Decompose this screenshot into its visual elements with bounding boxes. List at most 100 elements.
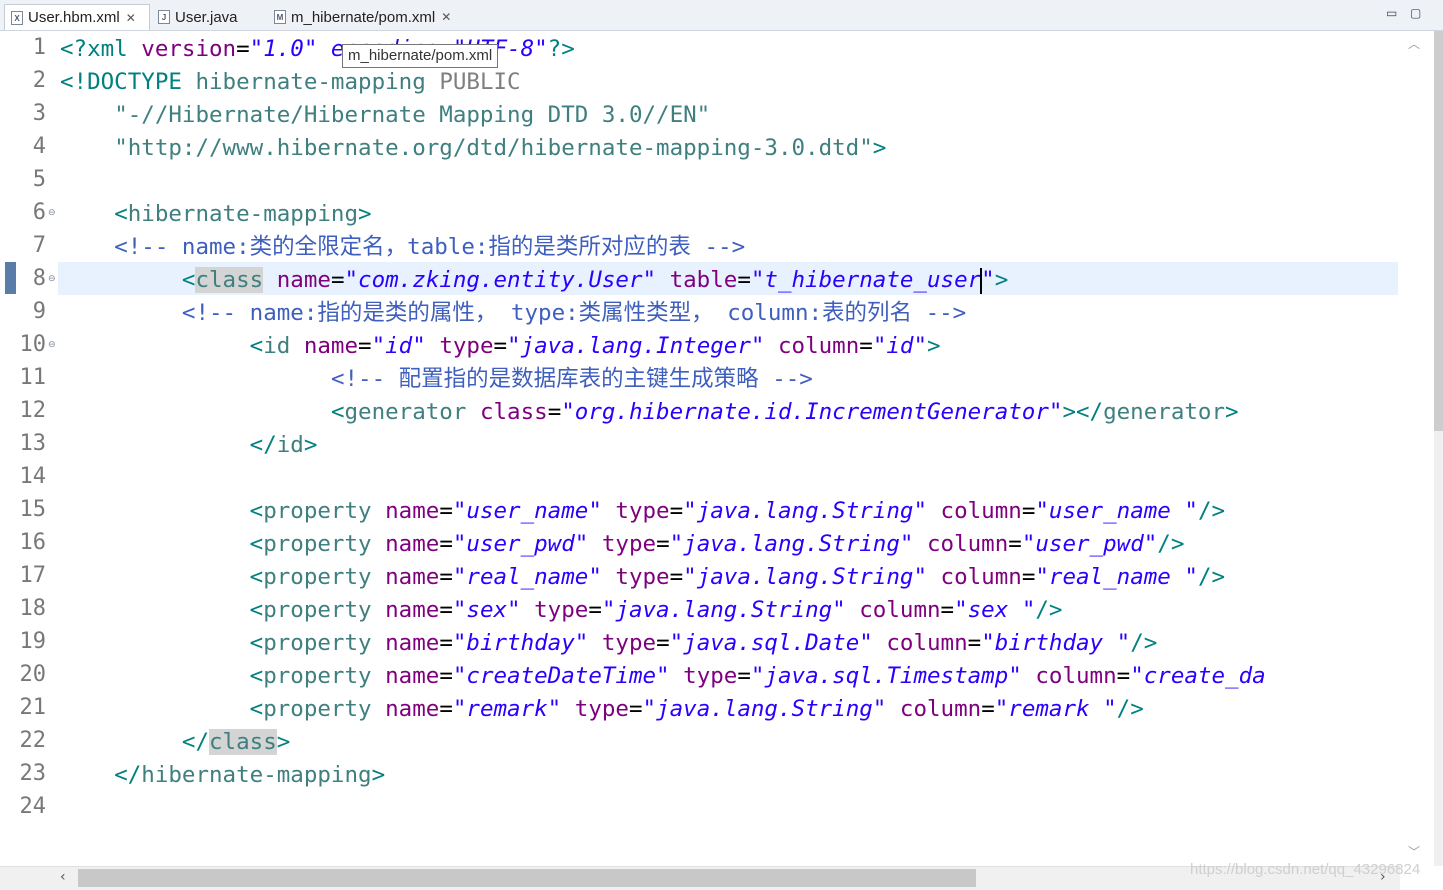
xml-file-icon: X — [11, 10, 23, 25]
line-number: 1 — [32, 35, 46, 60]
code-line[interactable]: <!DOCTYPE hibernate-mapping PUBLIC — [60, 66, 521, 99]
code-token: > — [358, 201, 372, 227]
fold-toggle-icon[interactable]: ⊖ — [48, 340, 56, 350]
overview-ruler-thumb[interactable] — [1434, 31, 1443, 431]
code-token: = — [439, 696, 453, 722]
code-line[interactable]: <!-- name:类的全限定名，table:指的是类所对应的表 --> — [60, 231, 745, 264]
line-number: 14 — [19, 464, 47, 489]
code-line[interactable]: "-//Hibernate/Hibernate Mapping DTD 3.0/… — [60, 99, 710, 132]
line-number: 16 — [19, 530, 47, 555]
close-icon[interactable]: ✕ — [126, 11, 136, 25]
code-line[interactable]: </id> — [60, 429, 318, 462]
code-token: "org.hibernate.id.IncrementGenerator" — [561, 399, 1063, 425]
code-token: hibernate-mapping — [127, 201, 359, 227]
code-token: generator — [344, 399, 467, 425]
code-editor[interactable]: 1<?xml version="1.0" encoding="UTF-8"?>2… — [0, 31, 1400, 866]
tab-user-hbm-xml[interactable]: X User.hbm.xml ✕ — [4, 4, 150, 30]
code-token: = — [859, 333, 873, 359]
code-token: column — [899, 696, 982, 722]
code-line[interactable]: <property name="real_name" type="java.la… — [60, 561, 1225, 594]
code-token: "java.sql.Date" — [669, 630, 873, 656]
horizontal-scroll-thumb[interactable] — [78, 869, 976, 887]
code-line[interactable]: <!-- 配置指的是数据库表的主键生成策略 --> — [60, 363, 813, 396]
code-line[interactable]: <property name="user_name" type="java.la… — [60, 495, 1225, 528]
code-token: < — [249, 498, 264, 524]
code-token: <!-- 配置指的是数据库表的主键生成策略 --> — [330, 366, 813, 392]
scroll-left-icon[interactable]: ‹ — [60, 869, 66, 885]
code-line[interactable]: <!-- name:指的是类的属性， type:类属性类型， column:表的… — [60, 297, 966, 330]
code-token: "real_name" — [452, 564, 602, 590]
code-token: > — [994, 267, 1009, 293]
code-token: "birthday " — [981, 630, 1131, 656]
code-token: id — [263, 333, 291, 359]
line-number: 8 — [32, 266, 46, 291]
code-token: type — [601, 630, 657, 656]
code-token: name — [385, 564, 440, 590]
code-token: PUBLIC — [439, 69, 521, 95]
code-token: "sex" — [452, 597, 521, 623]
code-token: = — [439, 531, 453, 557]
code-token: property — [263, 531, 372, 557]
maximize-icon[interactable]: ▢ — [1410, 6, 1421, 20]
tab-user-java[interactable]: J User.java — [152, 4, 264, 30]
tab-pom-xml[interactable]: M m_hibernate/pom.xml ✕ — [268, 4, 476, 30]
code-token: < — [114, 201, 128, 227]
code-token: "java.lang.String" — [642, 696, 887, 722]
code-token: = — [439, 630, 453, 656]
code-token: name — [385, 597, 440, 623]
code-token: type — [574, 696, 629, 722]
watermark: https://blog.csdn.net/qq_43296824 — [1190, 861, 1421, 878]
scroll-up-icon[interactable]: ︿ — [1408, 35, 1420, 52]
code-token: hibernate-mapping — [195, 69, 440, 95]
code-line[interactable]: <generator class="org.hibernate.id.Incre… — [60, 396, 1239, 429]
code-token: property — [263, 498, 372, 524]
code-token: ?> — [547, 36, 575, 62]
code-token: = — [236, 36, 250, 62]
code-token: "remark" — [452, 696, 562, 722]
minimize-icon[interactable]: ▭ — [1386, 6, 1397, 20]
code-line[interactable]: <property name="user_pwd" type="java.lan… — [60, 528, 1185, 561]
fold-toggle-icon[interactable]: ⊖ — [48, 274, 56, 284]
close-icon[interactable]: ✕ — [441, 10, 451, 24]
code-token: "com.zking.entity.User" — [344, 267, 657, 293]
vertical-scrollbar[interactable]: ︿ ﹀ — [1400, 31, 1443, 866]
code-token: < — [249, 333, 264, 359]
code-line[interactable]: </class> — [60, 726, 290, 759]
code-token: column — [886, 630, 968, 656]
editor-tab-bar: X User.hbm.xml ✕ J User.java M m_hiberna… — [0, 0, 1443, 31]
code-line[interactable]: "http://www.hibernate.org/dtd/hibernate-… — [60, 132, 886, 165]
code-line[interactable]: <property name="createDateTime" type="ja… — [60, 660, 1266, 693]
code-token: = — [1021, 498, 1036, 524]
line-number: 13 — [19, 431, 47, 456]
fold-toggle-icon[interactable]: ⊖ — [48, 208, 56, 218]
code-token: type — [439, 333, 494, 359]
code-token: type — [615, 564, 670, 590]
code-line[interactable]: <property name="birthday" type="java.sql… — [60, 627, 1158, 660]
code-token: < — [330, 399, 345, 425]
code-line[interactable]: <id name="id" type="java.lang.Integer" c… — [60, 330, 941, 363]
line-number: 22 — [19, 728, 47, 753]
code-line[interactable]: <hibernate-mapping> — [60, 198, 372, 231]
code-line[interactable]: <property name="remark" type="java.lang.… — [60, 693, 1144, 726]
scroll-down-icon[interactable]: ﹀ — [1408, 843, 1420, 860]
line-number: 18 — [19, 596, 47, 621]
code-token: type — [534, 597, 589, 623]
code-token: type — [683, 663, 738, 689]
code-line[interactable]: <class name="com.zking.entity.User" tabl… — [60, 264, 1008, 297]
code-line[interactable]: <property name="sex" type="java.lang.Str… — [60, 594, 1063, 627]
code-line[interactable]: </hibernate-mapping> — [60, 759, 385, 792]
